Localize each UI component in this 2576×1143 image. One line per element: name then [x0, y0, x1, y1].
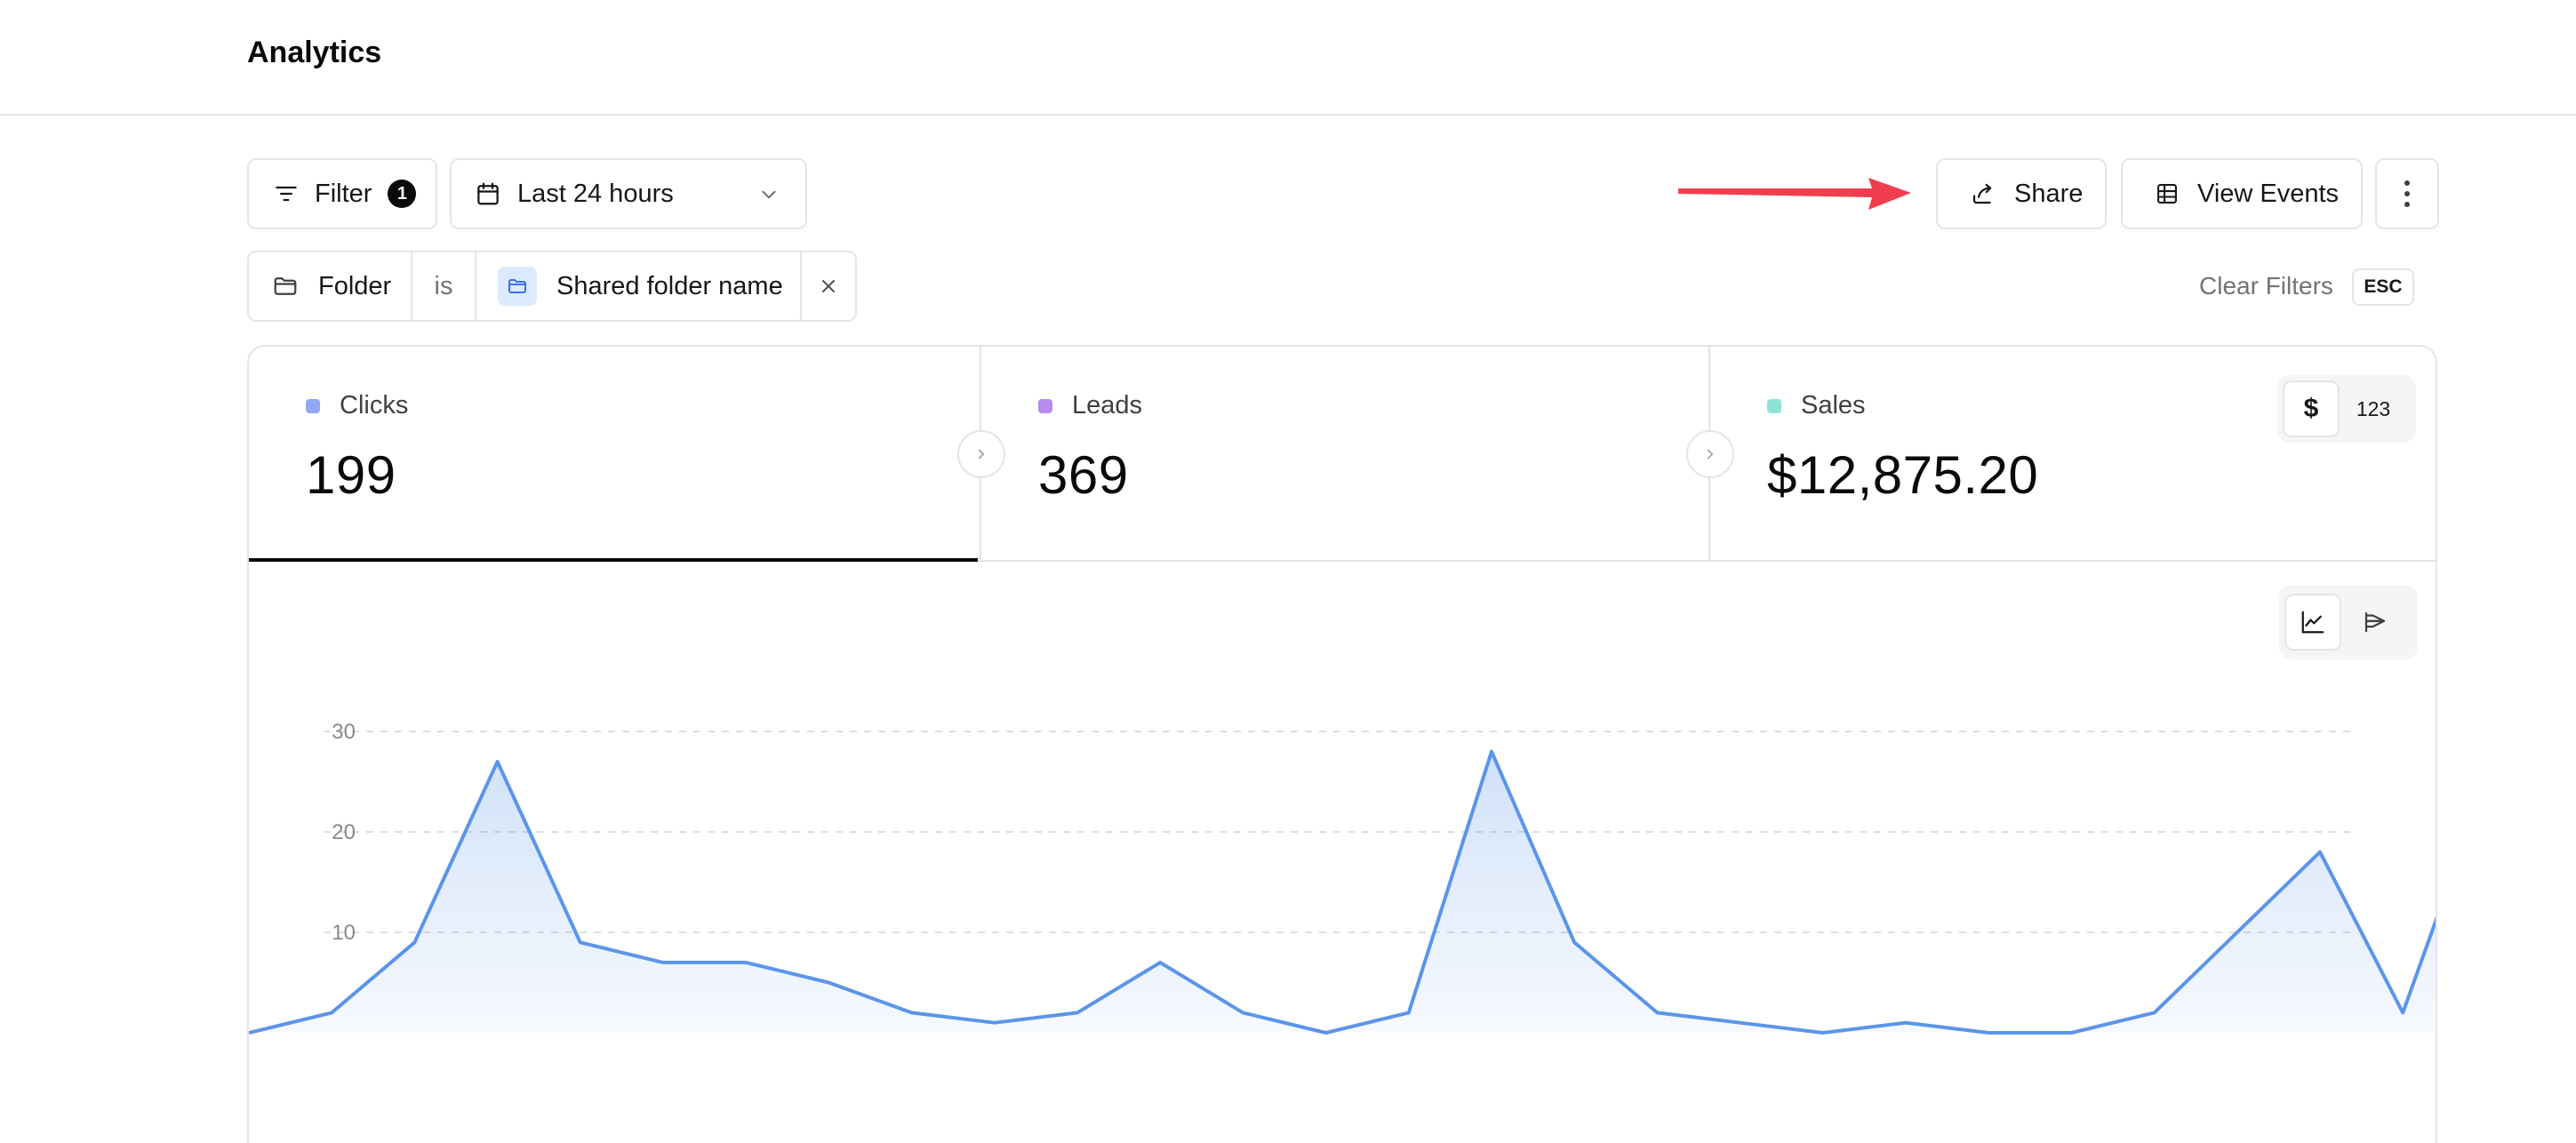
- filter-count-badge: 1: [388, 180, 417, 208]
- clear-filters-button[interactable]: Clear Filters: [2199, 272, 2333, 300]
- filter-value[interactable]: Shared folder name: [476, 252, 802, 320]
- calendar-icon: [477, 182, 499, 205]
- close-icon: [822, 280, 835, 292]
- page-title: Analytics: [247, 36, 382, 69]
- filter-field-label: Folder: [318, 271, 392, 300]
- clicks-area-chart: 10 20 30: [249, 720, 2436, 1035]
- share-icon: [1972, 183, 1992, 204]
- chart-type-toggle: [2279, 585, 2418, 659]
- filter-field[interactable]: Folder: [249, 252, 412, 320]
- y-tick-label: 10: [332, 921, 356, 945]
- line-chart-option[interactable]: [2284, 594, 2341, 651]
- funnel-arrow-icon: [957, 430, 1005, 478]
- folder-icon: [498, 267, 537, 306]
- y-tick-label: 20: [332, 820, 356, 844]
- more-vertical-icon: [2404, 180, 2410, 207]
- view-events-button[interactable]: View Events: [2121, 158, 2363, 229]
- date-range-select[interactable]: Last 24 hours: [450, 158, 807, 229]
- more-options-button[interactable]: [2375, 158, 2439, 229]
- filter-operator-label: is: [434, 271, 453, 300]
- y-tick-label: 30: [332, 720, 356, 744]
- folder-icon: [274, 277, 297, 295]
- date-range-label: Last 24 hours: [517, 179, 674, 208]
- filter-value-label: Shared folder name: [556, 271, 783, 300]
- funnel-chart-icon: [2364, 611, 2386, 633]
- esc-shortcut-badge: ESC: [2352, 268, 2414, 306]
- filter-label: Filter: [315, 179, 372, 208]
- view-events-label: View Events: [2197, 179, 2340, 208]
- filter-button[interactable]: Filter 1: [247, 158, 437, 229]
- area-fill: [249, 751, 2436, 1033]
- remove-filter-button[interactable]: [802, 252, 855, 320]
- filter-operator[interactable]: is: [412, 252, 476, 320]
- analytics-card: Clicks 199 Leads 369 Sales $12,875.20 $: [247, 345, 2437, 1143]
- active-filter-chip: Folder is Shared folder name: [247, 251, 857, 322]
- top-bar: Analytics: [0, 0, 2576, 116]
- filter-lines-icon: [276, 186, 297, 202]
- table-grid-icon: [2157, 184, 2177, 204]
- funnel-chart-option[interactable]: [2347, 594, 2404, 651]
- funnel-arrow-icon: [1686, 430, 1734, 478]
- share-button[interactable]: Share: [1936, 158, 2107, 229]
- chevron-down-icon: [762, 190, 776, 199]
- share-label: Share: [2014, 179, 2084, 208]
- line-chart-icon: [2301, 611, 2324, 634]
